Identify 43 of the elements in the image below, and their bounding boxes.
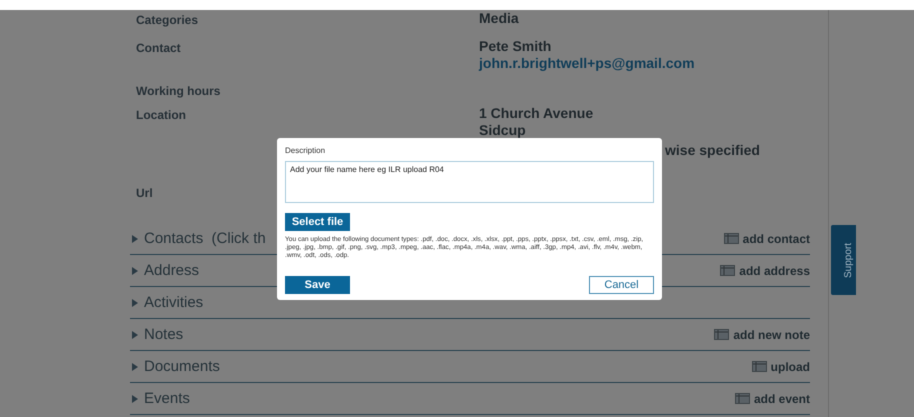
field-label: Location (136, 107, 186, 122)
field-label: Working hours (136, 83, 220, 98)
section-action-link[interactable]: add new note (714, 328, 810, 342)
grid-icon (720, 265, 736, 276)
caret-icon (132, 234, 138, 242)
section-header[interactable]: Events (130, 390, 190, 407)
caret-icon (132, 362, 138, 370)
section-title[interactable]: Address (144, 262, 200, 279)
section-title[interactable]: Activities (144, 294, 204, 311)
field-value: Media (479, 10, 519, 27)
grid-icon (734, 393, 750, 404)
description-field[interactable]: Add your file name here eg ILR upload R04 (285, 161, 654, 203)
section-header[interactable]: Notes (130, 326, 184, 343)
section-title[interactable]: Events (144, 390, 190, 407)
cancel-button[interactable]: Cancel (589, 276, 654, 294)
email-link[interactable]: john.r.brightwell+ps@gmail.com (479, 55, 695, 72)
caret-icon (132, 330, 138, 338)
select-file-button[interactable]: Select file (285, 213, 350, 231)
description-label: Description (285, 146, 326, 155)
section-title[interactable]: Notes (144, 326, 184, 343)
grid-icon (714, 329, 730, 340)
section-header[interactable]: Documents (130, 358, 220, 375)
support-tab[interactable]: Support (831, 225, 856, 295)
section-header[interactable]: Activities (130, 294, 204, 311)
caret-icon (132, 266, 138, 274)
caret-icon (132, 298, 138, 306)
field-label: Categories (136, 12, 198, 27)
section-action-link[interactable]: add contact (724, 232, 810, 246)
field-label: Contact (136, 40, 181, 55)
save-button[interactable]: Save (285, 276, 350, 294)
field-label: Url (136, 185, 153, 200)
section-action-link[interactable]: upload (752, 360, 810, 374)
grid-icon (752, 361, 767, 372)
field-value: Pete Smith (479, 38, 552, 55)
section-title[interactable]: Documents (144, 358, 220, 375)
caret-icon (132, 394, 138, 402)
field-value: Sidcup (479, 122, 527, 139)
field-value: 1 Church Avenue (479, 105, 594, 122)
field-value: wise specified (665, 142, 760, 159)
grid-icon (724, 233, 739, 244)
section-action-link[interactable]: add address (720, 264, 810, 278)
section-header[interactable]: Address (130, 262, 200, 279)
section-action-link[interactable]: add event (734, 392, 810, 406)
